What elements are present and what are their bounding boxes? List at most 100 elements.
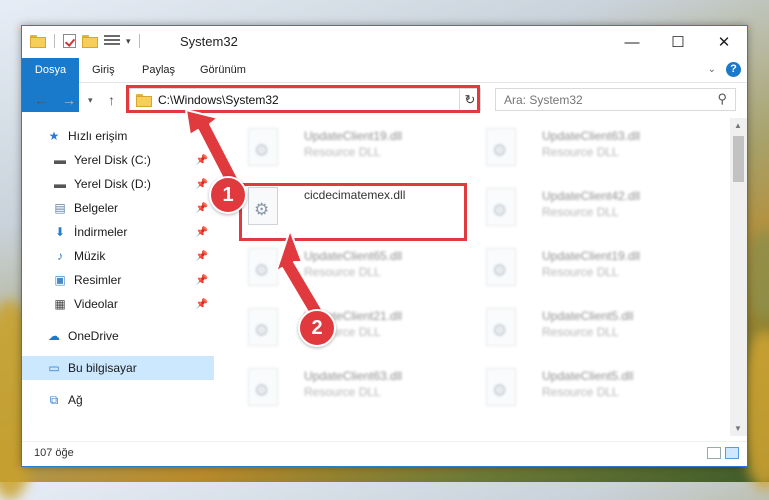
pin-icon[interactable]: 📌 xyxy=(196,299,208,310)
large-icons-view-icon[interactable] xyxy=(725,447,739,459)
scroll-up-icon[interactable]: ▲ xyxy=(734,121,742,130)
quick-access-toolbar: ▾ xyxy=(30,34,142,48)
folder-icon[interactable] xyxy=(30,34,46,48)
file-name: UpdateClient19.dll xyxy=(542,249,641,263)
sidebar-item-documents[interactable]: ▤ Belgeler 📌 xyxy=(22,196,214,220)
drive-icon: ▬ xyxy=(54,177,66,191)
pin-icon[interactable]: 📌 xyxy=(196,275,208,286)
pin-icon[interactable]: 📌 xyxy=(196,179,208,190)
pin-icon[interactable]: 📌 xyxy=(196,203,208,214)
music-icon: ♪ xyxy=(57,249,63,263)
network-icon: ⧉ xyxy=(49,392,59,407)
sidebar-item-label: Belgeler xyxy=(74,201,119,215)
file-type: Resource DLL xyxy=(542,325,619,339)
file-item[interactable]: UpdateClient42.dll Resource DLL xyxy=(476,184,696,238)
dll-file-icon xyxy=(486,188,516,226)
file-item[interactable]: UpdateClient5.dll Resource DLL xyxy=(476,304,696,358)
sidebar-item-label: Videolar xyxy=(74,297,118,311)
computer-icon: ▭ xyxy=(48,361,60,375)
documents-icon: ▤ xyxy=(54,201,66,215)
background-foliage xyxy=(745,230,769,320)
dll-file-icon xyxy=(248,248,278,286)
sidebar-item-quick-access[interactable]: ★ Hızlı erişim xyxy=(22,124,214,148)
tab-share[interactable]: Paylaş xyxy=(142,58,175,82)
cloud-icon: ☁ xyxy=(48,329,60,343)
file-name: UpdateClient19.dll xyxy=(304,129,403,143)
file-item[interactable]: UpdateClient65.dll Resource DLL xyxy=(238,244,458,298)
dll-file-icon xyxy=(486,308,516,346)
sidebar-item-label: Yerel Disk (C:) xyxy=(74,153,151,167)
sidebar-item-label: Resimler xyxy=(74,273,122,287)
step-2-badge: 2 xyxy=(298,309,336,347)
file-type: Resource DLL xyxy=(542,145,619,159)
star-icon: ★ xyxy=(48,129,60,143)
pin-icon[interactable]: 📌 xyxy=(196,227,208,238)
file-list: UpdateClient19.dll Resource DLL cicdecim… xyxy=(222,118,732,436)
qat-dropdown-icon[interactable]: ▾ xyxy=(126,36,131,47)
dll-file-icon xyxy=(248,308,278,346)
file-name: UpdateClient63.dll xyxy=(542,129,641,143)
back-arrow-icon[interactable]: ← xyxy=(34,92,48,108)
address-highlight-box xyxy=(126,85,480,113)
file-type: Resource DLL xyxy=(304,145,381,159)
drive-icon: ▬ xyxy=(54,153,66,167)
sidebar-item-this-pc[interactable]: ▭ Bu bilgisayar xyxy=(22,356,214,380)
recent-locations-icon[interactable]: ▾ xyxy=(88,95,93,106)
sidebar-item-label: Bu bilgisayar xyxy=(68,361,137,375)
sidebar-item-label: Yerel Disk (D:) xyxy=(74,177,151,191)
sidebar-item-videos[interactable]: ▦ Videolar 📌 xyxy=(22,292,214,316)
pin-icon[interactable]: 📌 xyxy=(196,251,208,262)
tab-home[interactable]: Giriş xyxy=(92,58,115,82)
sidebar-item-pictures[interactable]: ▣ Resimler 📌 xyxy=(22,268,214,292)
vertical-scrollbar[interactable]: ▲ ▼ xyxy=(730,118,747,436)
download-icon: ⬇ xyxy=(54,225,66,239)
file-type: Resource DLL xyxy=(542,205,619,219)
search-icon[interactable]: ⚲ xyxy=(717,91,727,107)
file-item[interactable]: UpdateClient19.dll Resource DLL xyxy=(476,244,696,298)
minimize-button[interactable]: — xyxy=(609,26,655,58)
forward-arrow-icon[interactable]: → xyxy=(62,92,76,108)
window-controls: — ☐ ✕ xyxy=(609,26,747,58)
search-input[interactable] xyxy=(502,92,706,108)
search-box[interactable]: ⚲ xyxy=(495,88,736,111)
status-bar: 107 öğe xyxy=(22,441,747,466)
dll-file-icon xyxy=(486,368,516,406)
pin-icon[interactable]: 📌 xyxy=(196,155,208,166)
tab-view[interactable]: Görünüm xyxy=(200,58,246,82)
file-item[interactable]: UpdateClient21.dll Resource DLL xyxy=(238,304,458,358)
file-item[interactable]: UpdateClient63.dll Resource DLL xyxy=(476,124,696,178)
sidebar-item-network[interactable]: ⧉ Ağ xyxy=(22,388,214,412)
file-type: Resource DLL xyxy=(542,265,619,279)
customize-icon[interactable] xyxy=(104,34,120,48)
sidebar-item-onedrive[interactable]: ☁ OneDrive xyxy=(22,324,214,348)
file-type: Resource DLL xyxy=(542,385,619,399)
scroll-down-icon[interactable]: ▼ xyxy=(734,424,742,433)
new-folder-icon[interactable] xyxy=(82,34,98,48)
help-icon[interactable]: ? xyxy=(726,62,741,77)
file-item[interactable]: UpdateClient19.dll Resource DLL xyxy=(238,124,458,178)
file-item[interactable]: UpdateClient63.dll Resource DLL xyxy=(238,364,458,418)
sidebar-item-downloads[interactable]: ⬇ İndirmeler 📌 xyxy=(22,220,214,244)
sidebar-item-music[interactable]: ♪ Müzik 📌 xyxy=(22,244,214,268)
divider xyxy=(54,34,55,48)
file-highlight-box xyxy=(239,183,467,241)
step-1-badge: 1 xyxy=(209,176,247,214)
expand-ribbon-icon[interactable]: ⌄ xyxy=(708,64,716,75)
up-arrow-icon[interactable]: ↑ xyxy=(108,92,115,108)
details-view-icon[interactable] xyxy=(707,447,721,459)
dll-file-icon xyxy=(248,128,278,166)
close-button[interactable]: ✕ xyxy=(701,26,747,58)
maximize-button[interactable]: ☐ xyxy=(655,26,701,58)
sidebar-item-label: İndirmeler xyxy=(74,225,128,239)
title-bar: ▾ System32 — ☐ ✕ xyxy=(22,26,747,58)
file-item[interactable]: UpdateClient5.dll Resource DLL xyxy=(476,364,696,418)
sidebar-item-disk-d[interactable]: ▬ Yerel Disk (D:) 📌 xyxy=(22,172,214,196)
divider xyxy=(138,34,140,48)
sidebar-item-disk-c[interactable]: ▬ Yerel Disk (C:) 📌 xyxy=(22,148,214,172)
navigation-pane: ★ Hızlı erişim ▬ Yerel Disk (C:) 📌 ▬ Yer… xyxy=(22,118,214,436)
ribbon-right: ⌄ ? xyxy=(708,62,741,77)
file-type: Resource DLL xyxy=(304,385,381,399)
sidebar-item-label: OneDrive xyxy=(68,329,119,343)
scrollbar-thumb[interactable] xyxy=(733,136,744,182)
properties-check-icon[interactable] xyxy=(63,34,76,48)
